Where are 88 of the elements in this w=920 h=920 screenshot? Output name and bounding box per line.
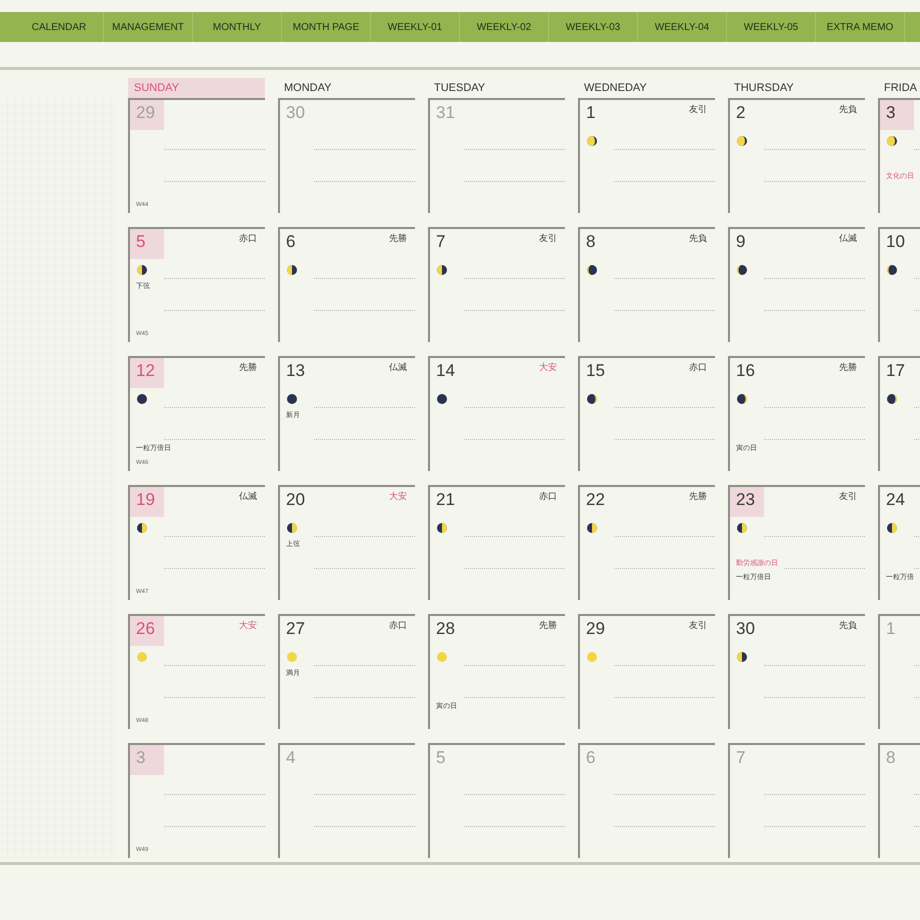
- date-number: 29: [585, 618, 606, 640]
- rokuyo-label: 仏滅: [239, 490, 258, 504]
- nav-tab[interactable]: MONTHLY: [193, 12, 282, 42]
- date-number: 7: [435, 231, 446, 253]
- nav-tab[interactable]: WEEKLY-05: [727, 12, 816, 42]
- rokuyo-label: 先勝: [689, 490, 708, 504]
- nav-tab[interactable]: CALENDAR: [15, 12, 104, 42]
- nav-tab[interactable]: WEEKLY-03: [549, 12, 638, 42]
- weekday-header: FRIDA: [883, 80, 918, 96]
- date-number: 29: [130, 100, 164, 130]
- date-number: 17: [885, 360, 906, 382]
- date-number: 24: [885, 489, 906, 511]
- rokuyo-label: 先負: [839, 620, 858, 633]
- day-cell[interactable]: 21 赤口: [428, 485, 565, 600]
- date-number: 8: [885, 747, 896, 769]
- rokuyo-label: 赤口: [689, 362, 708, 375]
- date-number: 13: [285, 360, 306, 382]
- day-cell[interactable]: 8 先負: [578, 227, 715, 342]
- weekday-header: THURSDAY: [733, 80, 795, 96]
- rokuyo-label: 先勝: [539, 620, 558, 633]
- date-number: 10: [885, 231, 906, 253]
- rokuyo-label: 大安: [539, 362, 558, 375]
- date-number: 7: [735, 747, 746, 769]
- date-number: 22: [585, 489, 606, 511]
- nav-tab[interactable]: MONTH PAGE: [282, 12, 371, 42]
- date-number: 21: [435, 489, 456, 511]
- date-number: 12: [130, 358, 164, 388]
- date-number: 27: [285, 618, 306, 640]
- rokuyo-label: 友引: [689, 620, 708, 633]
- rokuyo-label: 先負: [689, 232, 708, 246]
- date-number: 14: [435, 360, 456, 382]
- nav-tab[interactable]: WEEKLY-02: [460, 12, 549, 42]
- rokuyo-label: 赤口: [239, 232, 258, 246]
- rokuyo-label: 友引: [839, 490, 858, 504]
- date-number: 28: [435, 618, 456, 640]
- date-number: 20: [285, 489, 306, 511]
- rokuyo-label: 仏滅: [389, 362, 408, 375]
- date-number: 5: [435, 747, 446, 769]
- date-number: 9: [735, 231, 746, 253]
- day-cell[interactable]: 30 先負: [728, 614, 865, 729]
- day-cell[interactable]: 17: [878, 356, 920, 471]
- day-cell[interactable]: 29 友引: [578, 614, 715, 729]
- rokuyo-label: 先負: [839, 104, 858, 117]
- rokuyo-label: 先勝: [839, 362, 858, 375]
- day-cell[interactable]: 22 先勝: [578, 485, 715, 600]
- date-number: 3: [880, 100, 914, 130]
- date-number: 5: [130, 229, 164, 259]
- weekday-header: SUNDAY: [128, 78, 265, 98]
- rokuyo-label: 先勝: [389, 232, 408, 246]
- date-number: 15: [585, 360, 606, 382]
- date-number: 2: [735, 102, 746, 124]
- date-number: 26: [130, 616, 164, 646]
- date-number: 19: [130, 487, 164, 517]
- date-number: 4: [285, 747, 296, 769]
- rokuyo-label: 大安: [389, 490, 408, 504]
- day-cell[interactable]: 15 赤口: [578, 356, 715, 471]
- date-number: 30: [285, 102, 306, 124]
- date-number: 8: [585, 231, 596, 253]
- weekday-header: TUESDAY: [433, 80, 486, 96]
- date-number: 6: [585, 747, 596, 769]
- date-number: 6: [285, 231, 296, 253]
- day-cell[interactable]: 7 友引: [428, 227, 565, 342]
- nav-tab[interactable]: EXTRA MEMO: [816, 12, 905, 42]
- date-number: 1: [885, 618, 896, 640]
- rokuyo-label: 赤口: [389, 620, 408, 633]
- date-number: 30: [735, 618, 756, 640]
- day-cell[interactable]: 10: [878, 227, 920, 342]
- day-cell[interactable]: 2 先負: [728, 98, 865, 213]
- date-number: 23: [730, 487, 764, 517]
- rokuyo-label: 大安: [239, 620, 258, 633]
- day-cell[interactable]: 14 大安: [428, 356, 565, 471]
- rokuyo-label: 先勝: [239, 362, 258, 375]
- date-number: 31: [435, 102, 456, 124]
- rokuyo-label: 赤口: [539, 490, 558, 504]
- nav-tab[interactable]: WEEKLY-04: [638, 12, 727, 42]
- date-number: 3: [130, 745, 164, 775]
- date-number: 16: [735, 360, 756, 382]
- weekday-header: WEDNEDAY: [583, 80, 648, 96]
- nav-tab[interactable]: WEEKLY-01: [371, 12, 460, 42]
- rokuyo-label: 友引: [539, 232, 558, 246]
- day-cell[interactable]: 9 仏滅: [728, 227, 865, 342]
- rokuyo-label: 友引: [689, 104, 708, 117]
- day-cell[interactable]: 1 友引: [578, 98, 715, 213]
- nav-tab[interactable]: MANAGEMENT: [104, 12, 193, 42]
- day-cell[interactable]: 6 先勝: [278, 227, 415, 342]
- rokuyo-label: 仏滅: [839, 232, 858, 246]
- weekday-header: MONDAY: [283, 80, 332, 96]
- date-number: 1: [585, 102, 596, 124]
